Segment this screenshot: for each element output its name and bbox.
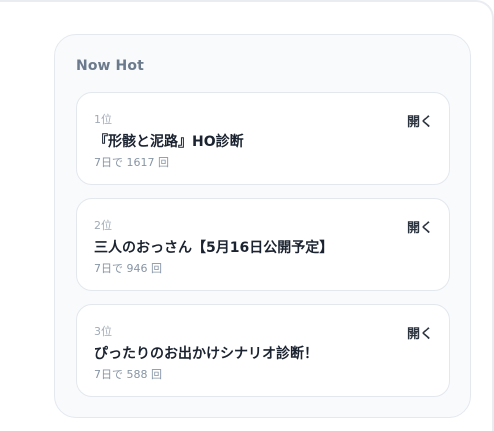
diagnosis-title: 三人のおっさん【5月16日公開予定】 — [94, 240, 334, 256]
rank-label: 2位 — [94, 219, 112, 232]
rank-label: 1位 — [94, 113, 112, 126]
play-count: 7日で 946 回 — [94, 262, 162, 275]
ranking-card[interactable]: 1位 『形骸と泥路』HO診断 7日で 1617 回 開く — [76, 92, 450, 185]
panel-title: Now Hot — [76, 58, 144, 74]
diagnosis-title: ぴったりのお出かけシナリオ診断！ — [94, 346, 318, 362]
now-hot-panel: Now Hot 1位 『形骸と泥路』HO診断 7日で 1617 回 開く 2位 … — [54, 34, 471, 418]
play-count: 7日で 1617 回 — [94, 156, 169, 169]
rank-label: 3位 — [94, 325, 112, 338]
diagnosis-title: 『形骸と泥路』HO診断 — [94, 134, 244, 150]
open-button[interactable]: 開く — [407, 111, 433, 130]
play-count: 7日で 588 回 — [94, 368, 162, 381]
open-button[interactable]: 開く — [407, 323, 433, 342]
ranking-card[interactable]: 3位 ぴったりのお出かけシナリオ診断！ 7日で 588 回 開く — [76, 304, 450, 397]
ranking-card[interactable]: 2位 三人のおっさん【5月16日公開予定】 7日で 946 回 開く — [76, 198, 450, 291]
open-button[interactable]: 開く — [407, 217, 433, 236]
